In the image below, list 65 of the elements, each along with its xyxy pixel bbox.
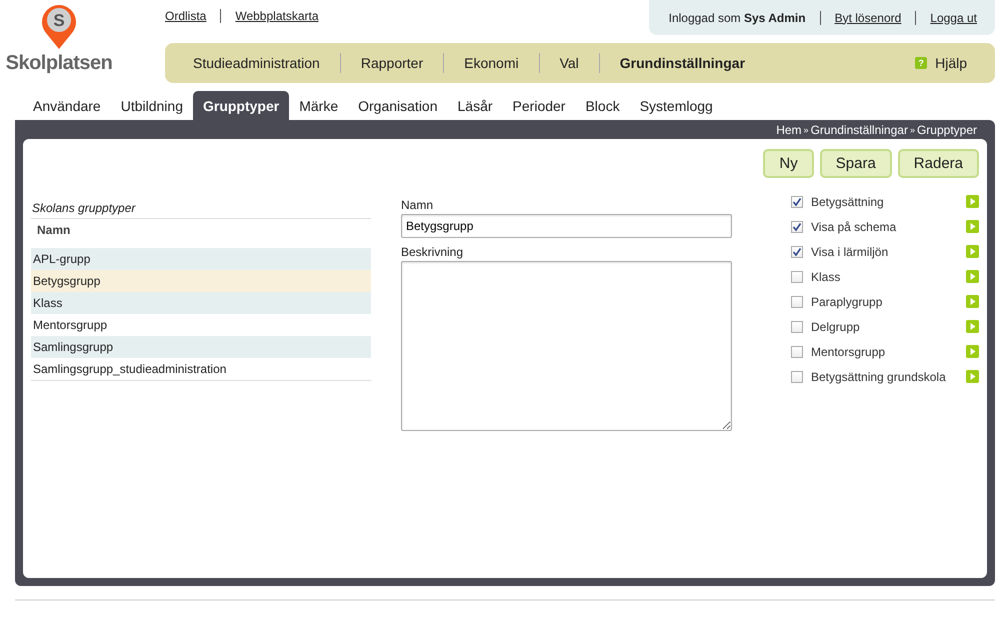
list-row[interactable]: Mentorsgrupp bbox=[31, 314, 371, 336]
tab[interactable]: Användare bbox=[23, 91, 111, 120]
checkbox[interactable] bbox=[791, 320, 803, 332]
play-icon[interactable] bbox=[966, 370, 979, 383]
tab[interactable]: Utbildning bbox=[110, 91, 193, 120]
tab[interactable]: Grupptyper bbox=[192, 91, 290, 120]
play-icon[interactable] bbox=[966, 220, 979, 233]
nav-link[interactable]: Grundinställningar bbox=[620, 55, 746, 71]
action-button[interactable]: Ny bbox=[763, 149, 814, 178]
name-field[interactable]: Betygsgrupp bbox=[401, 214, 732, 238]
checkbox[interactable] bbox=[791, 246, 803, 258]
breadcrumb-link[interactable]: Grundinställningar bbox=[810, 122, 908, 136]
list-row[interactable]: Samlingsgrupp_studieadministration bbox=[31, 358, 371, 380]
tab[interactable]: Läsår bbox=[448, 91, 503, 120]
play-icon[interactable] bbox=[966, 195, 979, 208]
option-label: Klass bbox=[811, 270, 842, 284]
nav-link[interactable]: Rapporter bbox=[360, 55, 424, 71]
tab[interactable]: Systemlogg bbox=[630, 91, 723, 120]
account-link[interactable]: Logga ut bbox=[930, 10, 977, 24]
column-header: Namn bbox=[36, 222, 72, 239]
nav-link[interactable]: Ekonomi bbox=[464, 55, 519, 71]
checkbox[interactable] bbox=[791, 196, 803, 208]
description-field[interactable] bbox=[401, 261, 732, 431]
option-label: Betygsättning bbox=[811, 194, 885, 208]
list-title: Skolans grupptyper bbox=[31, 201, 371, 219]
breadcrumb-separator: » bbox=[804, 124, 809, 134]
top-link[interactable]: Webbplatskarta bbox=[235, 9, 318, 23]
breadcrumb-link[interactable]: Hem bbox=[776, 122, 802, 136]
logo-text: Skolplatsen bbox=[6, 52, 112, 75]
play-icon[interactable] bbox=[966, 345, 979, 358]
checkbox[interactable] bbox=[791, 370, 803, 382]
top-link[interactable]: Ordlista bbox=[165, 9, 206, 23]
option-label: Delgrupp bbox=[811, 320, 861, 334]
list-row[interactable]: Klass bbox=[31, 292, 371, 314]
nav-link[interactable]: Val bbox=[560, 55, 579, 71]
nav-link[interactable]: Studieadministration bbox=[193, 55, 320, 71]
breadcrumb-link[interactable]: Grupptyper bbox=[916, 122, 977, 136]
tab[interactable]: Märke bbox=[289, 91, 348, 120]
action-button[interactable]: Radera bbox=[898, 149, 979, 178]
option-label: Visa i lärmiljön bbox=[811, 244, 890, 258]
action-button[interactable]: Spara bbox=[820, 149, 892, 178]
list-row[interactable]: APL-grupp bbox=[31, 248, 371, 270]
field-label: Beskrivning bbox=[401, 245, 464, 261]
tab[interactable]: Block bbox=[575, 91, 630, 120]
tab[interactable]: Perioder bbox=[502, 91, 576, 120]
account-link[interactable]: Byt lösenord bbox=[834, 10, 902, 24]
play-icon[interactable] bbox=[966, 270, 979, 283]
field-label: Namn bbox=[401, 198, 434, 214]
option-label: Betygsättning grundskola bbox=[811, 370, 947, 384]
play-icon[interactable] bbox=[966, 320, 979, 333]
breadcrumb-separator: » bbox=[910, 124, 915, 134]
option-label: Paraplygrupp bbox=[811, 294, 884, 308]
checkbox[interactable] bbox=[791, 270, 803, 282]
help-link[interactable]: ? Hjälp bbox=[915, 55, 967, 71]
checkbox[interactable] bbox=[791, 220, 803, 232]
option-label: Visa på schema bbox=[811, 220, 898, 234]
list-row[interactable]: Betygsgrupp bbox=[31, 270, 371, 292]
tab[interactable]: Organisation bbox=[348, 91, 448, 120]
play-icon[interactable] bbox=[966, 245, 979, 258]
list-row[interactable]: Samlingsgrupp bbox=[31, 336, 371, 358]
play-icon[interactable] bbox=[966, 295, 979, 308]
logged-in-label: Inloggad som Sys Admin bbox=[668, 10, 806, 24]
checkbox[interactable] bbox=[791, 346, 803, 358]
option-label: Mentorsgrupp bbox=[811, 344, 886, 358]
checkbox[interactable] bbox=[791, 296, 803, 308]
